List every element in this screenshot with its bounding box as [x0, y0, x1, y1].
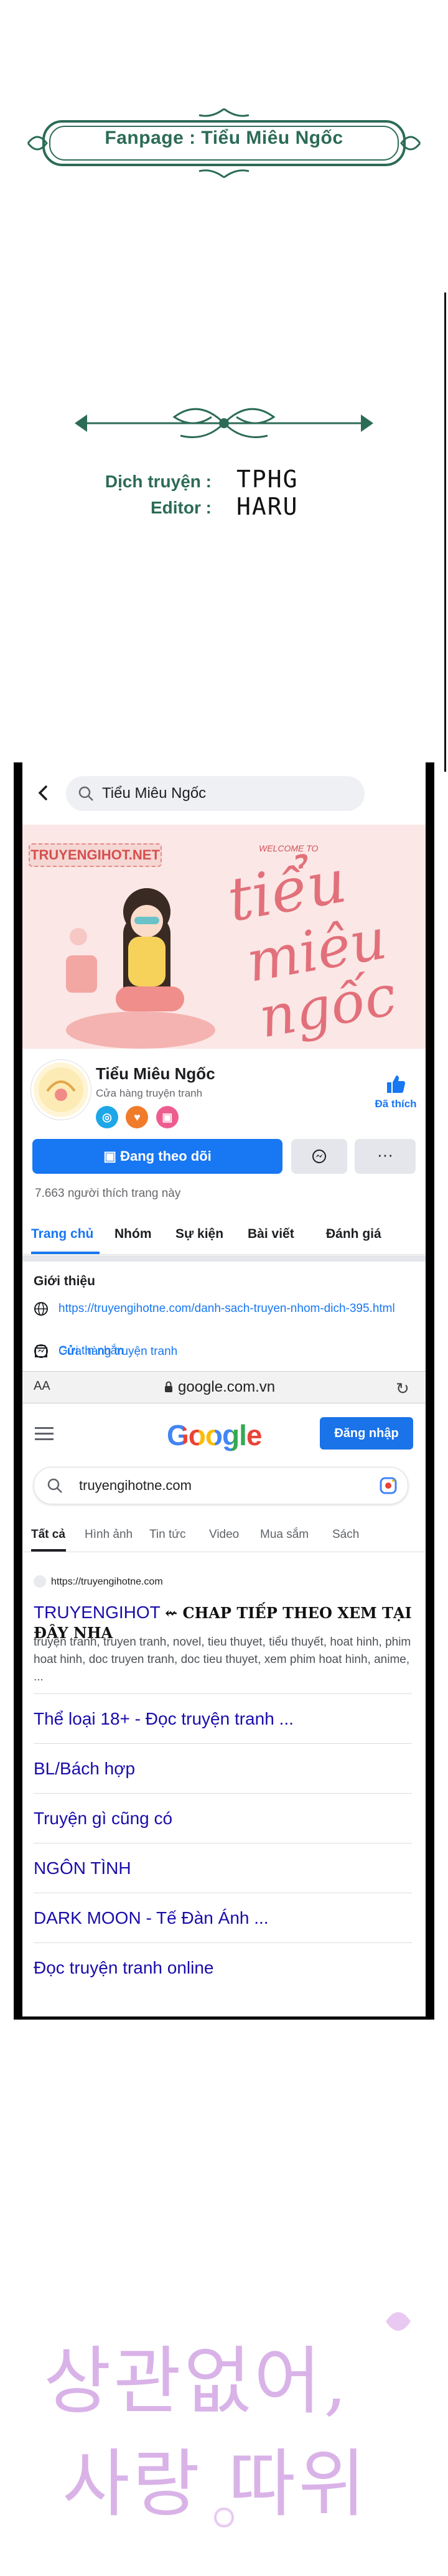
messenger-icon: [312, 1150, 326, 1163]
shop-icon: [35, 1345, 47, 1357]
search-query: truyengihotne.com: [79, 1478, 192, 1493]
likes-count: 7.663 người thích trang này: [35, 1187, 181, 1200]
tab-reviews[interactable]: Đánh giá: [326, 1227, 381, 1242]
sign-in-button[interactable]: Đăng nhập: [320, 1417, 413, 1450]
following-label: Đang theo dõi: [120, 1148, 212, 1164]
google-tabs: Tất cả Hình ảnh Tin tức Video Mua sắm Sá…: [22, 1520, 426, 1552]
intro-website-row[interactable]: https://truyengihotne.com/danh-sach-truy…: [34, 1301, 413, 1335]
phone-screen: Tiểu Miêu Ngốc TRUYENGIHOT.NET WELCOME T…: [22, 762, 426, 2016]
search-icon: [78, 786, 93, 801]
gtab-images[interactable]: Hình ảnh: [85, 1528, 133, 1542]
text-size-button[interactable]: AA: [34, 1379, 50, 1393]
ornament-divider: [75, 408, 373, 438]
tab-events[interactable]: Sự kiện: [175, 1227, 223, 1242]
sitelink-2[interactable]: BL/Bách hợp: [34, 1743, 412, 1794]
google-logo-text: Google: [167, 1419, 262, 1451]
korean-title-line-1: 상관없어,: [44, 2338, 350, 2424]
sitelink-6[interactable]: Đọc truyện tranh online: [34, 1942, 412, 1993]
badge-blue-icon[interactable]: ◎: [96, 1106, 118, 1128]
sitelink-4[interactable]: NGÔN TÌNH: [34, 1843, 412, 1893]
avatar-image: [39, 1067, 83, 1112]
active-tab-indicator: [31, 1252, 100, 1254]
search-icon: [47, 1478, 62, 1493]
google-logo: Google: [167, 1418, 262, 1452]
badge-pink-icon[interactable]: ▣: [156, 1106, 179, 1128]
google-active-tab-indicator: [31, 1549, 66, 1552]
right-edge-line: [444, 293, 446, 772]
liked-label: Đã thích: [375, 1098, 417, 1110]
sitelink-1[interactable]: Thể loại 18+ - Đọc truyện tranh ...: [34, 1693, 412, 1744]
result-site-url[interactable]: https://truyengihotne.com: [51, 1576, 163, 1588]
intro-website-link[interactable]: https://truyengihotne.com/danh-sach-truy…: [58, 1301, 407, 1316]
page-name: Tiểu Miêu Ngốc: [96, 1064, 215, 1083]
badge-orange-icon[interactable]: ♥: [126, 1106, 149, 1128]
intro-title: Giới thiệu: [34, 1274, 95, 1288]
thumbs-up-icon: [387, 1075, 405, 1093]
korean-title-line-2: 사랑 따위: [62, 2441, 368, 2527]
liked-button[interactable]: Đã thích: [371, 1074, 421, 1110]
intro-shop-link[interactable]: Cửa hàng truyện tranh: [58, 1344, 177, 1359]
page-category: Cửa hàng truyện tranh: [96, 1087, 203, 1099]
gtab-video[interactable]: Video: [209, 1528, 239, 1542]
following-check-icon: ▣: [103, 1148, 121, 1164]
intro-shop-row[interactable]: Cửa hàng truyện tranh: [34, 1344, 413, 1362]
sitelink-5[interactable]: DARK MOON - Tế Đàn Ánh ...: [34, 1893, 412, 1943]
hamburger-menu-icon[interactable]: [35, 1427, 54, 1441]
page-badges: ◎ ♥ ▣: [96, 1106, 184, 1128]
page-avatar[interactable]: [31, 1060, 91, 1120]
editor-label: Editor :: [151, 498, 212, 517]
tab-posts[interactable]: Bài viết: [248, 1227, 294, 1242]
google-lens-icon[interactable]: [379, 1476, 398, 1495]
search-text: Tiểu Miêu Ngốc: [102, 785, 207, 802]
fanpage-text: Fanpage : Tiểu Miêu Ngốc: [105, 128, 343, 148]
result-snippet: truyện tranh, truyen tranh, novel, tieu …: [34, 1636, 411, 1684]
editor-name: HARU: [236, 493, 299, 520]
facebook-top-bar: Tiểu Miêu Ngốc: [22, 762, 426, 825]
more-options-button[interactable]: ···: [355, 1139, 416, 1174]
section-separator: [22, 1255, 426, 1262]
globe-icon: [34, 1302, 48, 1316]
gtab-news[interactable]: Tin tức: [149, 1528, 185, 1542]
page-tabs: Trang chủ Nhóm Sự kiện Bài viết Đánh giá: [22, 1215, 426, 1255]
cover-illustration: [66, 888, 215, 1049]
back-arrow-icon[interactable]: [35, 784, 52, 802]
result-title-text: TRUYENGIHOT: [34, 1603, 161, 1622]
translator-label: Dịch truyện :: [105, 472, 212, 491]
gtab-shopping[interactable]: Mua sắm: [260, 1528, 309, 1542]
following-button[interactable]: ▣ Đang theo dõi: [32, 1139, 282, 1174]
gtab-all[interactable]: Tất cả: [31, 1528, 65, 1542]
reload-icon[interactable]: ↻: [396, 1379, 409, 1398]
gtab-books[interactable]: Sách: [332, 1528, 359, 1542]
translator-name: TPHG: [236, 466, 299, 493]
tab-groups[interactable]: Nhóm: [114, 1227, 152, 1242]
messenger-button[interactable]: [291, 1139, 347, 1174]
url-domain: google.com.vn: [178, 1379, 276, 1395]
google-search-box[interactable]: truyengihotne.com: [34, 1467, 408, 1504]
tab-home[interactable]: Trang chủ: [31, 1227, 93, 1242]
lock-icon: [165, 1381, 172, 1392]
facebook-search-field[interactable]: Tiểu Miêu Ngốc: [66, 776, 365, 811]
result-favicon: [34, 1575, 46, 1588]
cover-photo: TRUYENGIHOT.NET WELCOME TO tiểu miêu ngố…: [22, 825, 426, 1051]
browser-url-bar[interactable]: AA google.com.vn ↻: [22, 1371, 426, 1403]
sitelink-3[interactable]: Truyện gì cũng có: [34, 1793, 412, 1843]
